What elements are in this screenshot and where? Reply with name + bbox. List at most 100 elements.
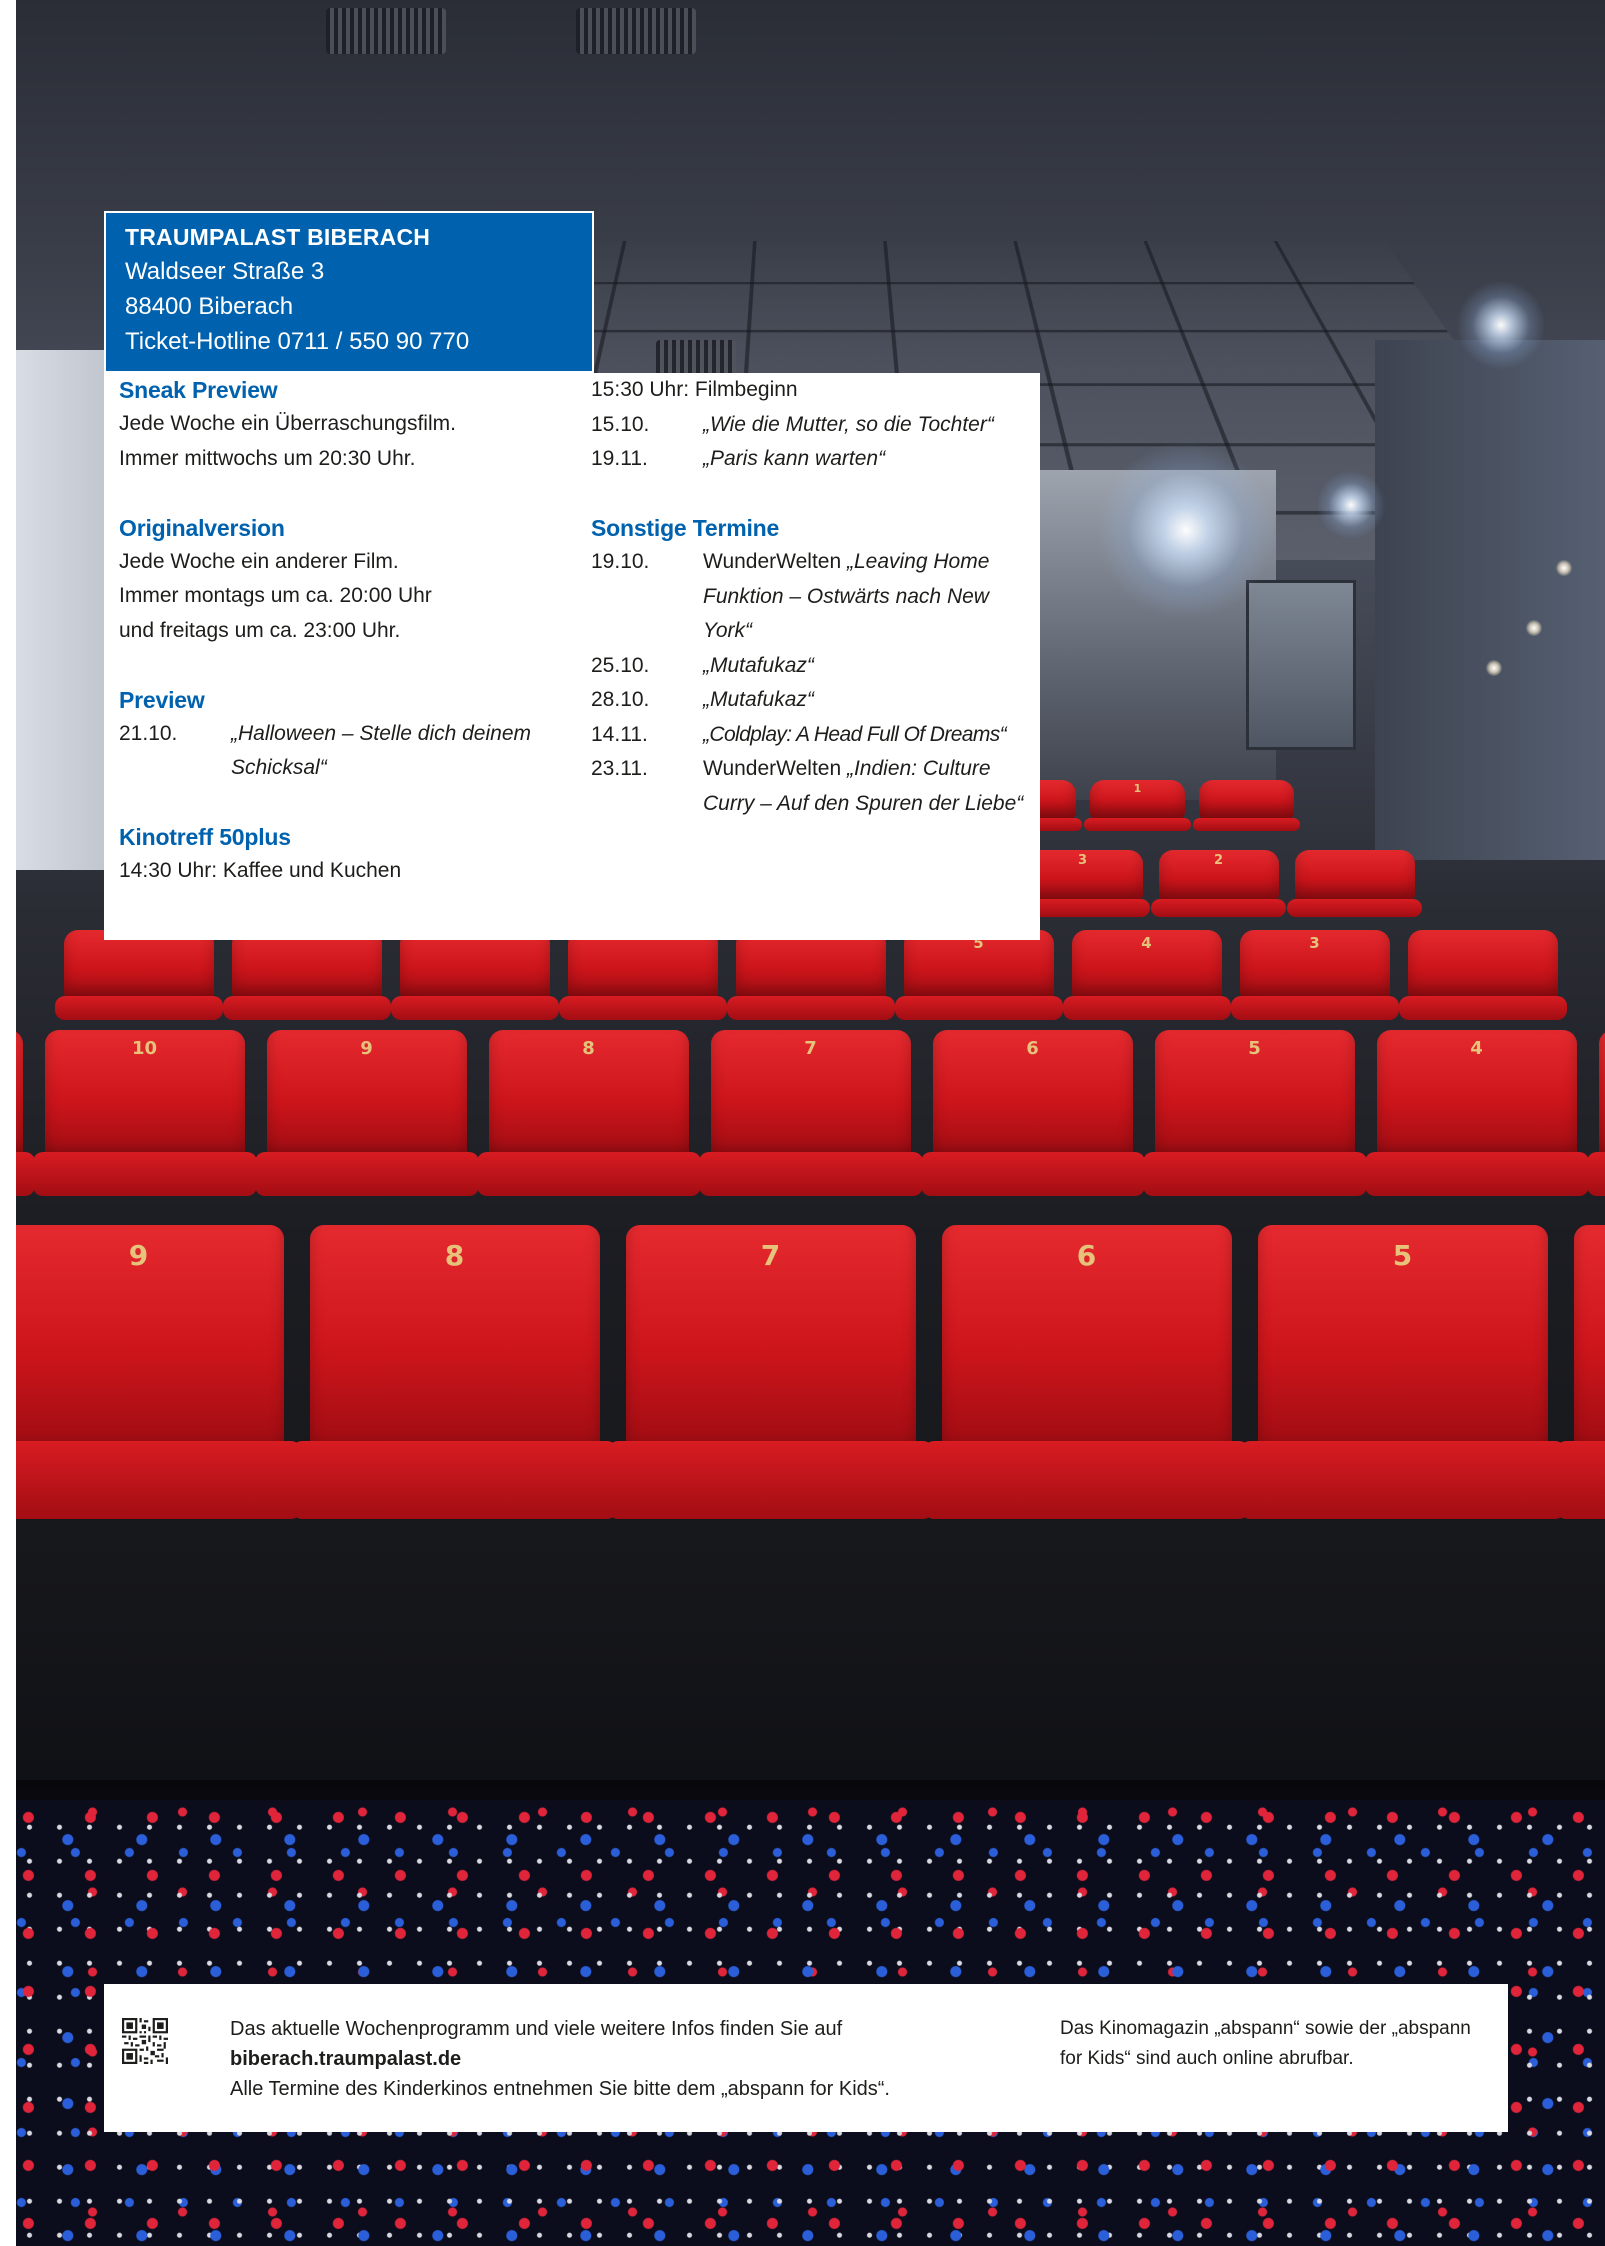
- seat-cushion: [390, 995, 559, 1020]
- seat-cushion: [1240, 1441, 1565, 1520]
- seat-cushion: [1556, 1441, 1605, 1520]
- cinema-seat: [1398, 930, 1567, 1020]
- other-entry: 19.10. WunderWelten „Leaving Home Funkti…: [591, 545, 1031, 649]
- entry-date: 25.10.: [591, 653, 650, 677]
- entry-date: 21.10.: [119, 721, 178, 745]
- info-line: Alle Termine des Kinderkinos entnehmen S…: [230, 2078, 890, 2100]
- preview-entry: 21.10. „Halloween – Stelle dich deinem S…: [119, 717, 569, 786]
- cinema-street: Waldseer Straße 3: [125, 258, 325, 285]
- seat-cushion: [1142, 1152, 1367, 1197]
- seat-cushion: [222, 995, 391, 1020]
- cinema-seat: [390, 930, 559, 1020]
- website-link[interactable]: biberach.traumpalast.de: [230, 2044, 990, 2074]
- original-text: Immer montags um ca. 20:00 Uhr: [119, 584, 432, 607]
- cinema-seat: [558, 930, 727, 1020]
- seat-cushion: [1586, 1152, 1605, 1197]
- entry-title: „Mutafukaz“: [703, 653, 814, 677]
- seat-cushion: [476, 1152, 701, 1197]
- cinema-seat: 9: [16, 1225, 301, 1520]
- entry-title: „Wie die Mutter, so die Tochter“: [703, 412, 994, 436]
- entry-date: 15.10.: [591, 412, 650, 436]
- seat-number: 10: [131, 1038, 158, 1059]
- cinema-seat: 5: [1142, 1030, 1367, 1197]
- cinema-seat: 9: [254, 1030, 479, 1197]
- seat-number: 9: [128, 1239, 149, 1272]
- seat-number: 1: [1133, 782, 1142, 795]
- seat-number: 8: [582, 1038, 595, 1059]
- info-line: Das aktuelle Wochenprogramm und viele we…: [230, 2018, 843, 2040]
- section-title-kinotreff: Kinotreff 50plus: [119, 824, 291, 850]
- cinema-name: TRAUMPALAST BIBERACH: [125, 224, 431, 250]
- program-column-right: 15:30 Uhr: Filmbeginn 15.10. „Wie die Mu…: [591, 373, 1031, 821]
- entry-text: WunderWelten „Indien: Culture Curry – Au…: [703, 752, 1031, 821]
- wall-light: [1556, 560, 1572, 576]
- seat-cushion: [254, 1152, 479, 1197]
- info-text: Das aktuelle Wochenprogramm und viele we…: [230, 2014, 990, 2104]
- seat-number: 3: [1077, 853, 1088, 868]
- other-entry: 25.10. „Mutafukaz“: [591, 649, 1031, 684]
- cinema-seat: [222, 930, 391, 1020]
- cinema-seat: 8: [476, 1030, 701, 1197]
- seat-cushion: [54, 995, 223, 1020]
- seat-number: 5: [1248, 1038, 1261, 1059]
- seat-row: 9 8 7 6 5: [16, 1225, 1605, 1520]
- entry-date: 28.10.: [591, 688, 650, 711]
- seat-number: 3: [1309, 934, 1320, 952]
- section-title-preview: Preview: [119, 686, 205, 713]
- seat-cushion: [726, 995, 895, 1020]
- seat-row: 5 4 3: [16, 930, 1605, 1020]
- qr-code-icon[interactable]: [122, 2018, 168, 2064]
- seat-cushion: [16, 1152, 35, 1197]
- seat-cushion: [292, 1441, 617, 1520]
- cinema-seat: 6: [924, 1225, 1249, 1520]
- cinema-address-box: TRAUMPALAST BIBERACH Waldseer Straße 3 8…: [104, 211, 594, 373]
- info-bar: Das aktuelle Wochenprogramm und viele we…: [104, 1984, 1508, 2132]
- entry-date: 23.11.: [591, 757, 648, 780]
- program-panel: Sneak Preview Jede Woche ein Überraschun…: [104, 373, 1040, 940]
- ceiling-vent: [656, 340, 736, 376]
- ceiling-vent: [326, 8, 446, 54]
- ticket-hotline: Ticket-Hotline 0711 / 550 90 770: [125, 328, 470, 355]
- seat-number: 5: [1392, 1239, 1413, 1272]
- entry-text: WunderWelten „Leaving Home Funktion – Os…: [703, 545, 1031, 649]
- seat-number: 4: [1470, 1038, 1483, 1059]
- ceiling-spotlight: [1456, 280, 1546, 370]
- section-title-originalversion: Originalversion: [119, 514, 285, 541]
- cinema-seat: 1: [1084, 780, 1191, 832]
- cinema-seat: [16, 1030, 35, 1197]
- cinema-seat: 2: [1151, 850, 1286, 917]
- projector-light: [1096, 440, 1276, 620]
- cinema-seat: 4: [1062, 930, 1231, 1020]
- seat-number: 2: [1213, 853, 1224, 868]
- website-url[interactable]: biberach.traumpalast.de: [230, 2048, 461, 2070]
- kinotreff-entry: 19.11. „Paris kann warten“: [591, 442, 1031, 477]
- seat-row: 10 9 8 7 6 5 4: [16, 1030, 1605, 1197]
- seat-number: 7: [804, 1038, 817, 1059]
- cinema-seat: 10: [32, 1030, 257, 1197]
- cinema-seat: 3: [1015, 850, 1150, 917]
- ceiling-spotlight: [1316, 470, 1386, 540]
- wall-light: [1526, 620, 1542, 636]
- entry-prefix: WunderWelten: [703, 550, 847, 573]
- cinema-seat: 7: [698, 1030, 923, 1197]
- cinema-seat: [1586, 1030, 1605, 1197]
- seat-number: 7: [760, 1239, 781, 1272]
- seat-cushion: [1364, 1152, 1589, 1197]
- seat-cushion: [698, 1152, 923, 1197]
- cinema-seat: [1287, 850, 1422, 917]
- original-text: und freitags um ca. 23:00 Uhr.: [119, 618, 401, 642]
- program-column-left: Sneak Preview Jede Woche ein Überraschun…: [119, 373, 569, 889]
- entry-title: „Mutafukaz“: [703, 688, 814, 711]
- cinema-seat: 4: [1364, 1030, 1589, 1197]
- other-entry: 23.11. WunderWelten „Indien: Culture Cur…: [591, 752, 1031, 821]
- seat-number: 9: [360, 1038, 373, 1059]
- online-magazine-note: Das Kinomagazin „abspann“ sowie der „abs…: [1060, 2018, 1471, 2069]
- entry-prefix: WunderWelten: [703, 757, 847, 780]
- wall-light: [1486, 660, 1502, 676]
- cinema-seat: 6: [920, 1030, 1145, 1197]
- section-title-sonstige-termine: Sonstige Termine: [591, 515, 780, 541]
- seat-number: 6: [1076, 1239, 1097, 1272]
- cinema-city: 88400 Biberach: [125, 293, 294, 320]
- cinema-seat: [54, 930, 223, 1020]
- seat-cushion: [1084, 817, 1191, 832]
